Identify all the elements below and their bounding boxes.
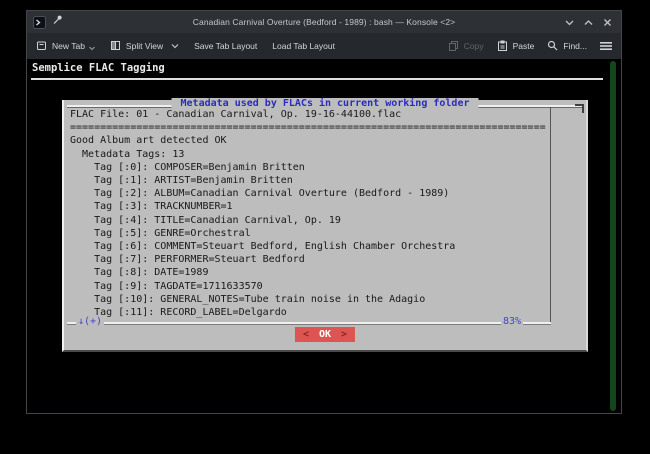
new-tab-icon <box>36 40 47 53</box>
terminal-heading: Semplice FLAC Tagging <box>32 62 165 74</box>
dialog-line: Tag [:2]: ALBUM=Canadian Carnival Overtu… <box>70 187 542 200</box>
ok-right-bracket: > <box>341 329 347 340</box>
dialog-line: Tag [:11]: RECORD_LABEL=Delgardo <box>70 306 542 319</box>
new-tab-dropdown-chevron-icon <box>89 43 95 53</box>
dialog-line: Good Album art detected OK <box>70 134 542 147</box>
titlebar-icons <box>33 11 63 33</box>
terminal-scrollbar[interactable] <box>610 61 616 411</box>
split-view-icon <box>110 40 121 53</box>
window-title: Canadian Carnival Overture (Bedford - 19… <box>27 17 621 27</box>
dialog-line: Tag [:4]: TITLE=Canadian Carnival, Op. 1… <box>70 214 542 227</box>
dialog-top-right-corner <box>575 104 584 113</box>
hamburger-menu-icon[interactable] <box>600 41 612 51</box>
ok-left-bracket: < <box>303 329 309 340</box>
split-view-button[interactable]: Split View <box>110 40 179 53</box>
toolbar-right-group: Copy Paste Find... <box>448 40 612 53</box>
paste-label: Paste <box>513 41 535 51</box>
dialog-line: Tag [:5]: GENRE=Orchestral <box>70 227 542 240</box>
save-tab-layout-button[interactable]: Save Tab Layout <box>194 41 257 51</box>
dialog-line: Tag [:6]: COMMENT=Steuart Bedford, Engli… <box>70 240 542 253</box>
dialog-line: Tag [:1]: ARTIST=Benjamin Britten <box>70 174 542 187</box>
minimize-button[interactable] <box>563 16 576 29</box>
dialog-inner-right-border <box>550 107 551 322</box>
find-button[interactable]: Find... <box>547 40 587 53</box>
metadata-dialog: Metadata used by FLACs in current workin… <box>62 100 588 352</box>
dialog-bottom-separator <box>67 322 551 324</box>
search-icon <box>547 40 558 53</box>
load-tab-layout-label: Load Tab Layout <box>272 41 335 51</box>
copy-icon <box>448 40 459 53</box>
terminal-heading-rule <box>31 78 603 80</box>
new-tab-button[interactable]: New Tab <box>36 39 95 53</box>
dialog-line: FLAC File: 01 - Canadian Carnival, Op. 1… <box>70 108 542 121</box>
copy-button[interactable]: Copy <box>448 40 484 53</box>
dialog-line: Tag [:7]: PERFORMER=Steuart Bedford <box>70 253 542 266</box>
desktop-background: Canadian Carnival Overture (Bedford - 19… <box>0 0 650 454</box>
pin-icon[interactable] <box>51 13 63 31</box>
dialog-line: Tag [:0]: COMPOSER=Benjamin Britten <box>70 161 542 174</box>
new-tab-label: New Tab <box>52 41 85 51</box>
scroll-percentage: 83% <box>501 316 523 327</box>
copy-label: Copy <box>464 41 484 51</box>
save-tab-layout-label: Save Tab Layout <box>194 41 257 51</box>
konsole-app-icon <box>33 16 46 29</box>
load-tab-layout-button[interactable]: Load Tab Layout <box>272 41 335 51</box>
dialog-line: Tag [:10]: GENERAL_NOTES=Tube train nois… <box>70 293 542 306</box>
dialog-line: Tag [:3]: TRACKNUMBER=1 <box>70 200 542 213</box>
titlebar[interactable]: Canadian Carnival Overture (Bedford - 19… <box>27 11 621 33</box>
paste-icon <box>497 40 508 53</box>
scroll-more-indicator: ↓(+) <box>76 316 104 327</box>
window-controls <box>563 11 614 33</box>
toolbar-left-group: New Tab Split View Save Tab Layout <box>36 39 335 53</box>
konsole-window: Canadian Carnival Overture (Bedford - 19… <box>26 10 622 414</box>
dialog-line: Metadata Tags: 13 <box>70 148 542 161</box>
split-view-label: Split View <box>126 41 163 51</box>
dialog-line: Tag [:9]: TAGDATE=1711633570 <box>70 280 542 293</box>
dialog-line: ========================================… <box>70 121 542 134</box>
ok-button-label: OK <box>319 329 331 340</box>
dialog-text-content: FLAC File: 01 - Canadian Carnival, Op. 1… <box>70 108 542 319</box>
paste-button[interactable]: Paste <box>497 40 535 53</box>
close-button[interactable] <box>601 16 614 29</box>
toolbar: New Tab Split View Save Tab Layout <box>27 33 621 59</box>
dialog-line: Tag [:8]: DATE=1989 <box>70 266 542 279</box>
maximize-button[interactable] <box>582 16 595 29</box>
ok-button[interactable]: < OK > <box>295 327 355 342</box>
find-label: Find... <box>563 41 587 51</box>
terminal-area[interactable]: Semplice FLAC Tagging Metadata used by F… <box>27 59 621 413</box>
split-view-dropdown-chevron-icon[interactable] <box>171 41 179 51</box>
